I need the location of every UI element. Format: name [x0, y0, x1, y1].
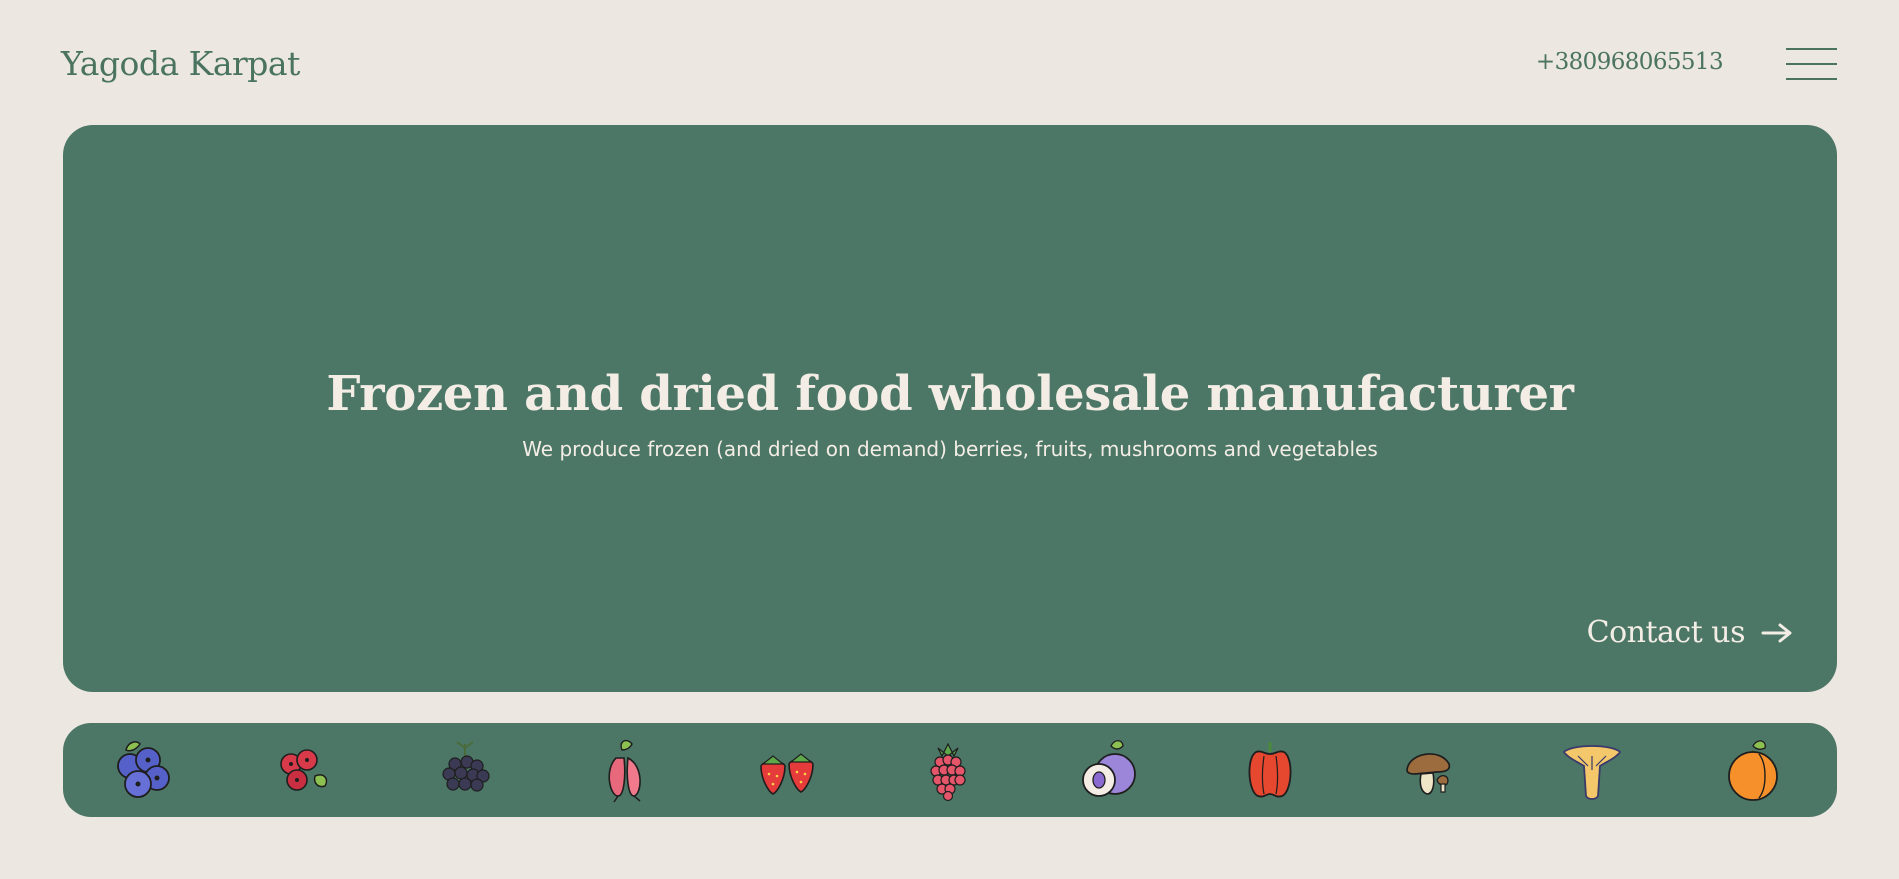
site-logo[interactable]: Yagoda Karpat	[61, 44, 300, 83]
hero-subtitle: We produce frozen (and dried on demand) …	[522, 437, 1378, 461]
cranberry-icon	[269, 736, 337, 804]
hamburger-menu-icon[interactable]	[1786, 48, 1837, 80]
elderberry-icon	[431, 736, 499, 804]
raspberry-icon	[914, 736, 982, 804]
bell-pepper-icon	[1236, 736, 1304, 804]
apricot-icon	[1719, 736, 1787, 804]
contact-us-label: Contact us	[1586, 615, 1746, 650]
site-header: Yagoda Karpat +380968065513	[0, 0, 1899, 125]
hero-banner: Frozen and dried food wholesale manufact…	[63, 125, 1837, 692]
hero-title: Frozen and dried food wholesale manufact…	[326, 366, 1574, 422]
chanterelle-mushroom-icon	[1558, 736, 1626, 804]
porcini-mushroom-icon	[1397, 736, 1465, 804]
contact-us-button[interactable]: Contact us	[1587, 615, 1793, 650]
strawberry-icon	[753, 736, 821, 804]
blueberry-icon	[108, 736, 176, 804]
phone-link[interactable]: +380968065513	[1536, 49, 1724, 75]
rosehip-icon	[592, 736, 660, 804]
plum-icon	[1075, 736, 1143, 804]
product-icons-strip	[63, 723, 1837, 817]
arrow-right-icon	[1761, 623, 1792, 642]
